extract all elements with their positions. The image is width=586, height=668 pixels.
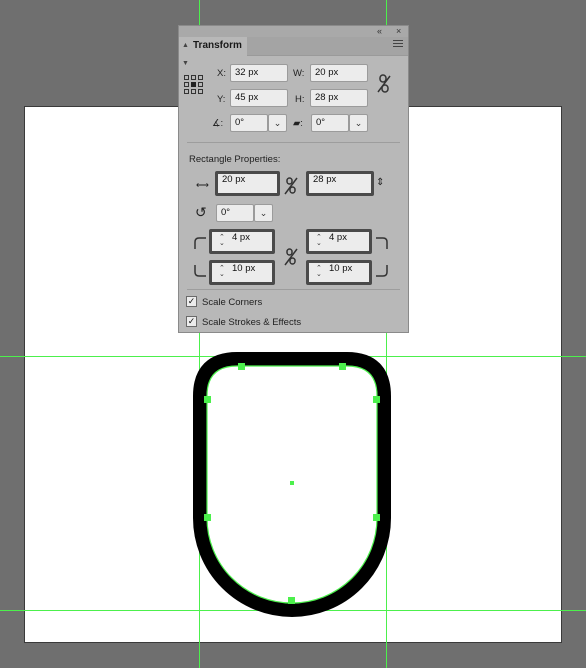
scale-corners-label: Scale Corners <box>202 297 263 308</box>
rotate-angle-icon: ∡: <box>212 118 224 129</box>
rect-width-field[interactable]: 20 px <box>215 171 280 196</box>
width-icon: ⟷ <box>196 180 209 190</box>
corner-tl-icon <box>194 237 206 249</box>
height-icon: ⇕ <box>376 177 385 188</box>
tab-label: Transform <box>193 40 242 51</box>
h-label: H: <box>295 94 305 105</box>
anchor-point[interactable] <box>373 396 380 403</box>
scale-strokes-label: Scale Strokes & Effects <box>202 317 302 328</box>
y-field[interactable]: 45 px <box>230 89 288 107</box>
x-field[interactable]: 32 px <box>230 64 288 82</box>
center-point <box>290 481 294 485</box>
link-dimensions-icon[interactable] <box>284 177 298 195</box>
scale-strokes-checkbox[interactable]: ✓ <box>186 316 197 327</box>
panel-titlebar[interactable]: « × <box>179 26 408 37</box>
tab-transform[interactable]: ▲ ▼ Transform <box>179 37 247 67</box>
w-label: W: <box>293 68 305 79</box>
panel-tabbar: ▲ ▼ Transform <box>179 37 408 67</box>
panel-menu-icon[interactable] <box>393 40 403 50</box>
stepper-icon[interactable]: ⌃ ⌄ <box>219 265 225 278</box>
anchor-point[interactable] <box>204 396 211 403</box>
rotate-icon: ↺ <box>195 204 207 220</box>
rect-angle-field[interactable]: 0° <box>216 204 254 222</box>
constrain-proportions-icon[interactable] <box>377 74 391 94</box>
rect-angle-dropdown[interactable]: ⌄ <box>254 204 273 222</box>
rotate-dropdown[interactable]: ⌄ <box>268 114 287 132</box>
shear-icon: ▰: <box>293 118 303 129</box>
anchor-point[interactable] <box>373 514 380 521</box>
corner-br-icon <box>376 265 388 277</box>
w-field[interactable]: 20 px <box>310 64 368 82</box>
close-icon[interactable]: × <box>396 26 401 37</box>
tab-arrows-icon: ▲ ▼ <box>182 42 189 67</box>
anchor-point[interactable] <box>238 363 245 370</box>
rect-height-field[interactable]: 28 px <box>306 171 374 196</box>
anchor-point[interactable] <box>204 514 211 521</box>
shear-dropdown[interactable]: ⌄ <box>349 114 368 132</box>
link-corners-icon[interactable] <box>284 248 298 266</box>
stepper-icon[interactable]: ⌃ ⌄ <box>219 234 225 247</box>
reference-point-icon[interactable] <box>184 75 204 95</box>
stepper-icon[interactable]: ⌃ ⌄ <box>316 234 322 247</box>
anchor-point[interactable] <box>339 363 346 370</box>
y-label: Y: <box>217 94 226 105</box>
transform-panel: « × ▲ ▼ Transform X: 32 px W: 20 px Y: 45… <box>178 25 409 333</box>
anchor-point[interactable] <box>288 597 295 604</box>
rectangle-properties-heading: Rectangle Properties: <box>189 154 281 165</box>
h-field[interactable]: 28 px <box>310 89 368 107</box>
scale-corners-checkbox[interactable]: ✓ <box>186 296 197 307</box>
divider <box>187 289 400 290</box>
collapse-icon[interactable]: « <box>377 26 382 37</box>
corner-tr-icon <box>376 237 388 249</box>
divider <box>187 142 400 143</box>
stepper-icon[interactable]: ⌃ ⌄ <box>316 265 322 278</box>
shear-field[interactable]: 0° <box>311 114 349 132</box>
rotate-field[interactable]: 0° <box>230 114 268 132</box>
x-label: X: <box>217 68 226 79</box>
corner-bl-icon <box>194 265 206 277</box>
